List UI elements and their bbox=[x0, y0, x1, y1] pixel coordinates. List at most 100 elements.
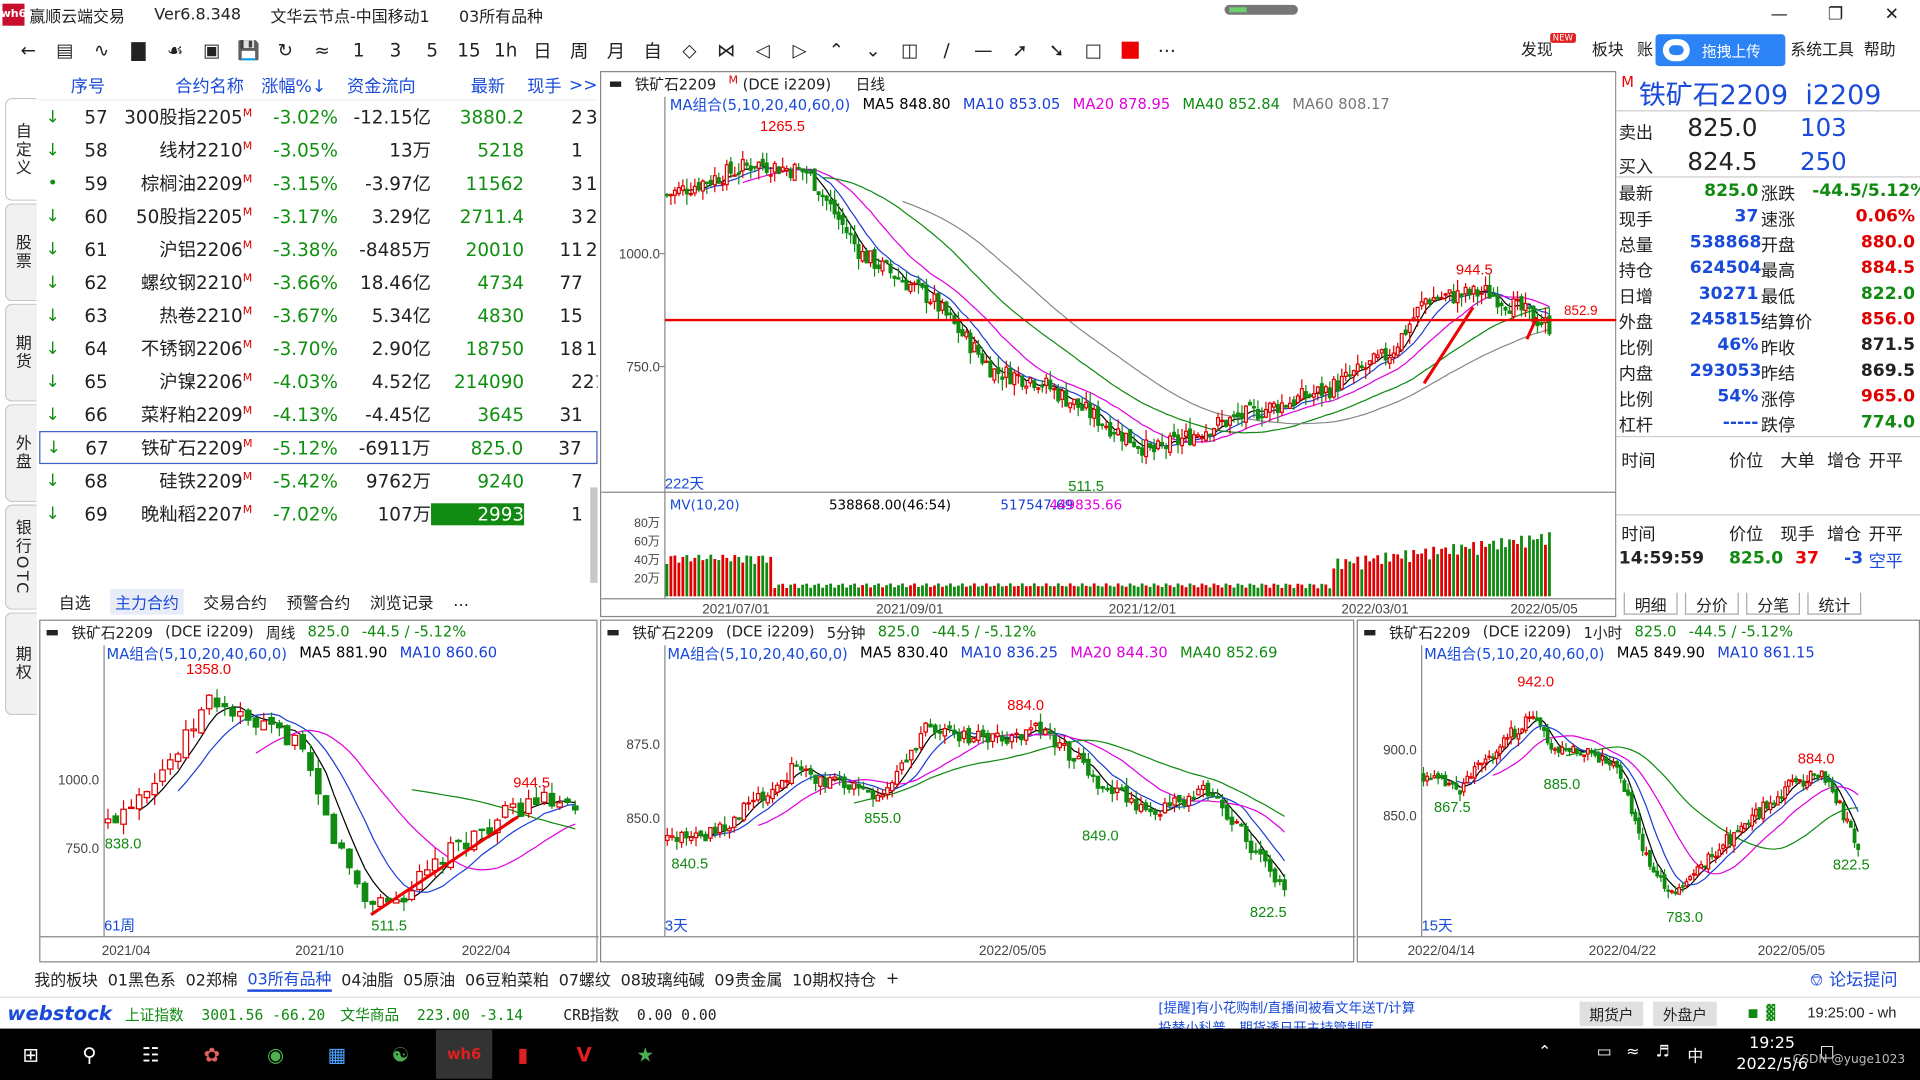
row-name[interactable]: 菜籽粕2209M bbox=[108, 402, 252, 428]
futures-account-button[interactable]: 期货户 bbox=[1579, 1001, 1644, 1027]
color-icon[interactable] bbox=[1112, 34, 1149, 66]
browser-icon[interactable]: ☯ bbox=[382, 1036, 419, 1073]
group-tab[interactable]: 我的板块 bbox=[34, 967, 98, 990]
row-name[interactable]: 热卷2210M bbox=[108, 302, 252, 328]
server-node[interactable]: 文华云节点-中国移动1 bbox=[270, 3, 429, 26]
chrome-icon[interactable]: ◉ bbox=[257, 1036, 294, 1073]
close-icon[interactable]: ✕ bbox=[1864, 0, 1920, 29]
menu-account[interactable]: 账 bbox=[1637, 37, 1653, 60]
app-pinned-2-icon[interactable]: ▮ bbox=[504, 1036, 541, 1073]
forum-link[interactable]: ⎊ 论坛提问 bbox=[1810, 967, 1898, 991]
tab-custom[interactable]: 自定义 bbox=[4, 97, 37, 201]
app-pinned-3-icon[interactable]: V bbox=[566, 1036, 603, 1073]
group-tab[interactable]: 02郑棉 bbox=[186, 967, 238, 990]
row-name[interactable]: 沪镍2206M bbox=[108, 369, 252, 395]
sub-kline-chart[interactable]: 1000.0 750.0 1358.0 511.5 838.0 944.5 61周 2021/… bbox=[40, 621, 599, 964]
quote-tab[interactable]: … bbox=[453, 592, 469, 610]
quote-tab[interactable]: 浏览记录 bbox=[370, 590, 434, 612]
period-15[interactable]: 15 bbox=[451, 34, 488, 66]
more-icon[interactable]: ⋯ bbox=[1149, 34, 1186, 66]
tab-stocks[interactable]: 股票 bbox=[4, 203, 37, 302]
col-pct[interactable]: 涨幅%↓ bbox=[244, 73, 326, 97]
save-icon[interactable]: 💾 bbox=[230, 34, 267, 66]
period-month[interactable]: 月 bbox=[598, 34, 635, 66]
col-name[interactable]: 合约名称 bbox=[105, 73, 244, 97]
quote-row[interactable]: ↓ 65沪镍2206M -4.03% 4.52亿 214090 221 bbox=[39, 365, 597, 398]
col-vol[interactable]: 现手 bbox=[505, 73, 561, 97]
vol-legend[interactable]: MV(10,20) bbox=[670, 498, 740, 513]
quote-row[interactable]: ↓ 61 沪铝2206M -3.38% -8485万 20010 11 2 bbox=[39, 233, 597, 266]
tab-foreign[interactable]: 外盘 bbox=[4, 404, 37, 503]
quote-row[interactable]: ↓ 68 硅铁2209M -5.42% 9762万 9240 7 bbox=[39, 464, 597, 497]
col-flow[interactable]: 资金流向 bbox=[326, 73, 416, 97]
group-tab[interactable]: 05原油 bbox=[403, 967, 455, 990]
row-name[interactable]: 铁矿石2209M bbox=[109, 435, 253, 461]
col-no[interactable]: 序号 bbox=[65, 73, 105, 97]
period-1h[interactable]: 1h bbox=[487, 34, 524, 66]
search-icon[interactable]: ⚲ bbox=[71, 1036, 108, 1073]
back-icon[interactable]: ← bbox=[10, 34, 47, 66]
upload-button[interactable]: 拖拽上传 bbox=[1655, 34, 1786, 67]
network-icon[interactable]: ≈ bbox=[1626, 1043, 1639, 1061]
col-last[interactable]: 最新 bbox=[416, 73, 505, 97]
quote-row[interactable]: ↓ 60 50股指2205M -3.17% 3.29亿 2711.4 3 2 bbox=[39, 200, 597, 233]
quote-row[interactable]: ↓ 69 晚籼稻2207M -7.02% 107万 2993 1 bbox=[39, 497, 597, 530]
refresh-icon[interactable]: ↻ bbox=[267, 34, 304, 66]
quote-tab[interactable]: 交易合约 bbox=[203, 590, 267, 612]
group-tab[interactable]: 10期权持仓 bbox=[792, 967, 876, 990]
group-tab[interactable]: 07螺纹 bbox=[559, 967, 611, 990]
weekly-chart-pane[interactable]: ▬ 铁矿石2209 (DCE i2209) 周线 825.0 -44.5 / -5.12%… bbox=[39, 619, 599, 964]
quote-row[interactable]: ↓ 64 不锈钢2206M -3.70% 2.90亿 18750 18 1 bbox=[39, 332, 597, 365]
row-name[interactable]: 50股指2205M bbox=[108, 203, 252, 229]
main-chart-pane[interactable]: ▬ 铁矿石2209 M (DCE i2209) 日线 MA组合(5,10,20,4… bbox=[600, 71, 1618, 618]
buy-price[interactable]: 824.5 bbox=[1687, 147, 1757, 176]
main-kline-chart[interactable]: 1000.0 750.0 1265.5 511.5 944.5 852.9 222天 MV(1… bbox=[601, 72, 1618, 618]
minimize-icon[interactable]: — bbox=[1751, 0, 1807, 29]
row-name[interactable]: 沪铝2206M bbox=[108, 236, 252, 262]
menu-sector[interactable]: 板块 bbox=[1592, 37, 1624, 60]
tab-bank-otc[interactable]: 银行OTC bbox=[4, 504, 37, 610]
app-pinned-1-icon[interactable]: ✿ bbox=[193, 1036, 230, 1073]
title-scroll-indicator[interactable] bbox=[1224, 4, 1298, 15]
row-name[interactable]: 不锈钢2206M bbox=[108, 336, 252, 362]
sub-kline-chart[interactable]: 900.0 850.0 942.0 783.0 867.5 885.0 884.0 822.5… bbox=[1357, 621, 1920, 964]
period-1[interactable]: 1 bbox=[340, 34, 377, 66]
detail-tab[interactable]: 分笔 bbox=[1746, 592, 1801, 616]
move-left-icon[interactable]: ◁ bbox=[744, 34, 781, 66]
index-wenhua[interactable]: 文华商品 223.00 -3.14 bbox=[340, 1004, 523, 1025]
group-tab[interactable]: 06豆粕菜粕 bbox=[465, 967, 549, 990]
quote-row[interactable]: ↓ 57 300股指2205M -3.02% -12.15亿 3880.2 2 3 bbox=[39, 100, 597, 133]
period-week[interactable]: 周 bbox=[561, 34, 598, 66]
quote-row[interactable]: ↓ 66 菜籽粕2209M -4.13% -4.45亿 3645 31 bbox=[39, 398, 597, 431]
row-name[interactable]: 300股指2205M bbox=[108, 104, 252, 130]
line-chart-icon[interactable]: ∿ bbox=[83, 34, 120, 66]
battery-icon[interactable]: ▭ bbox=[1597, 1043, 1612, 1061]
wh6-taskbar-icon[interactable]: wh6 bbox=[435, 1029, 493, 1079]
quote-list-icon[interactable]: ▤ bbox=[47, 34, 84, 66]
detail-tab[interactable]: 分价 bbox=[1684, 592, 1739, 616]
tab-futures[interactable]: 期货 bbox=[4, 303, 37, 402]
trendline-icon[interactable]: ∕ bbox=[928, 34, 965, 66]
group-tab[interactable]: 04油脂 bbox=[341, 967, 393, 990]
quote-tab[interactable]: 自选 bbox=[59, 590, 91, 612]
down-icon[interactable]: ⌄ bbox=[855, 34, 892, 66]
sell-price[interactable]: 825.0 bbox=[1687, 113, 1757, 142]
layout-icon[interactable]: ◫ bbox=[891, 34, 928, 66]
move-right-icon[interactable]: ▷ bbox=[781, 34, 818, 66]
sub-kline-chart[interactable]: 875.0 850.0 884.0 822.5 840.5 855.0 849.0 3天 202… bbox=[601, 621, 1356, 964]
trend-line[interactable] bbox=[370, 815, 519, 916]
index-sse[interactable]: 上证指数 3001.56 -66.20 bbox=[125, 1004, 325, 1025]
quote-row[interactable]: ↓ 58 线材2210M -3.05% 13万 5218 1 bbox=[39, 133, 597, 166]
tab-options[interactable]: 期权 bbox=[4, 612, 37, 716]
hour-chart-pane[interactable]: ▬ 铁矿石2209 (DCE i2209) 1小时 825.0 -44.5 / -5.12… bbox=[1356, 619, 1920, 964]
quote-tab[interactable]: 预警合约 bbox=[287, 590, 351, 612]
ime-indicator[interactable]: 中 bbox=[1687, 1043, 1703, 1066]
group-tab[interactable]: 09贵金属 bbox=[714, 967, 782, 990]
row-name[interactable]: 棕榈油2209M bbox=[108, 170, 252, 196]
kline-icon[interactable]: ▇ bbox=[120, 34, 157, 66]
period-5[interactable]: 5 bbox=[414, 34, 451, 66]
detail-key[interactable]: 结算价 bbox=[1761, 310, 1812, 334]
quote-row[interactable]: • 59 棕榈油2209M -3.15% -3.97亿 11562 3 1 bbox=[39, 167, 598, 200]
period-3[interactable]: 3 bbox=[377, 34, 414, 66]
row-name[interactable]: 螺纹钢2210M bbox=[108, 269, 252, 295]
